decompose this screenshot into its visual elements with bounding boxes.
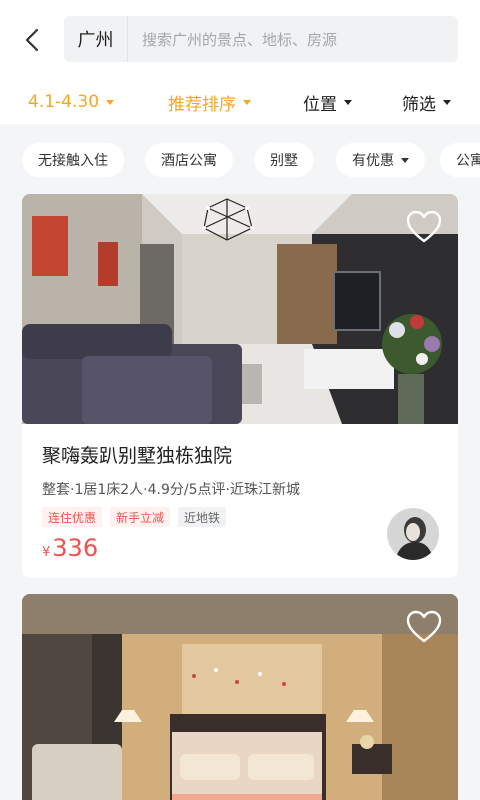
location-filter-label: 位置	[303, 94, 337, 115]
date-filter[interactable]: 4.1-4.30	[28, 86, 115, 118]
badge-new-user-discount: 新手立减	[110, 507, 171, 527]
tag-villa[interactable]: 别墅	[254, 143, 314, 177]
host-avatar[interactable]	[387, 508, 439, 560]
more-filter[interactable]: 筛选	[402, 86, 451, 118]
caret-down-icon	[443, 99, 451, 105]
search-bar[interactable]: 广州 搜索广州的景点、地标、房源	[64, 16, 458, 62]
price-amount: 336	[52, 534, 99, 562]
badge-near-metro: 近地铁	[178, 507, 227, 527]
sort-filter-label: 推荐排序	[168, 94, 236, 115]
top-bar: 广州 搜索广州的景点、地标、房源	[0, 0, 480, 80]
tag-apartment[interactable]: 公寓	[440, 143, 480, 177]
quick-tag-row: 无接触入住 酒店公寓 别墅 有优惠 公寓	[0, 124, 480, 194]
heart-outline-icon[interactable]	[406, 610, 442, 644]
tag-contactless[interactable]: 无接触入住	[22, 143, 124, 177]
currency-symbol: ¥	[42, 545, 51, 560]
search-input[interactable]: 搜索广州的景点、地标、房源	[128, 29, 337, 50]
listing-card[interactable]: 聚嗨轰趴别墅独栋独院 整套·1居1床2人·4.9分/5点评·近珠江新城 连住优惠…	[22, 194, 458, 578]
sort-filter[interactable]: 推荐排序	[168, 86, 251, 118]
more-filter-label: 筛选	[402, 94, 436, 115]
bedroom-photo	[22, 594, 458, 800]
listing-meta: 整套·1居1床2人·4.9分/5点评·近珠江新城	[42, 482, 300, 498]
back-button[interactable]	[18, 26, 46, 54]
city-selector[interactable]: 广州	[64, 16, 128, 62]
tag-hotel-apartment[interactable]: 酒店公寓	[145, 143, 233, 177]
tag-discount[interactable]: 有优惠	[336, 143, 425, 177]
caret-down-icon	[243, 99, 251, 105]
listing-photo[interactable]	[22, 594, 458, 800]
listing-badges: 连住优惠 新手立减 近地铁	[42, 507, 227, 527]
avatar	[387, 508, 439, 560]
listing-title[interactable]: 聚嗨轰趴别墅独栋独院	[42, 441, 232, 468]
date-filter-label: 4.1-4.30	[28, 92, 100, 112]
filter-bar: 4.1-4.30 推荐排序 位置 筛选	[0, 80, 480, 124]
listing-photo[interactable]	[22, 194, 458, 424]
listing-price: ¥ 336	[42, 534, 98, 562]
caret-down-icon	[344, 99, 352, 105]
listing-card[interactable]	[22, 594, 458, 800]
location-filter[interactable]: 位置	[303, 86, 352, 118]
caret-down-icon	[401, 157, 409, 163]
living-room-photo	[22, 194, 458, 424]
chevron-left-icon	[25, 28, 39, 52]
caret-down-icon	[106, 99, 115, 105]
badge-stay-discount: 连住优惠	[42, 507, 103, 527]
heart-outline-icon[interactable]	[406, 210, 442, 244]
